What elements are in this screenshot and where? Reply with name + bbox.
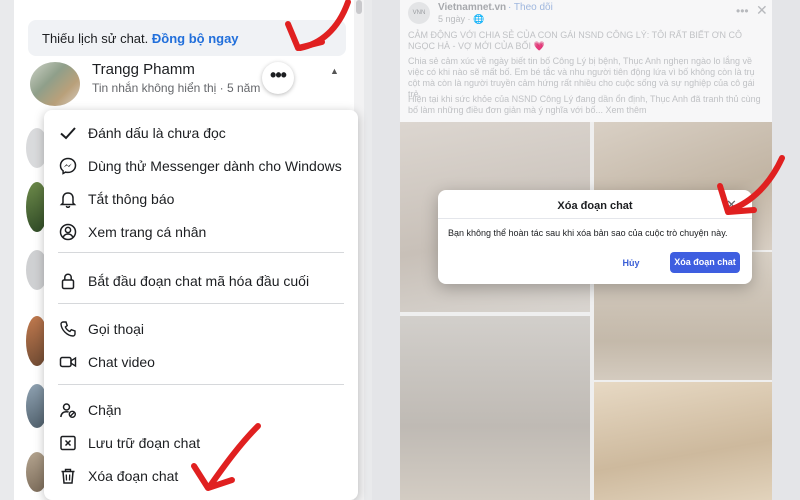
page-logo[interactable]: VNN (408, 2, 430, 24)
delete-chat-dialog: Xóa đoạn chat ✕ Bạn không thể hoàn tác s… (438, 190, 752, 284)
menu-item-voice-call[interactable]: Gọi thoại (44, 314, 358, 344)
menu-item-start-encrypted-chat[interactable]: Bắt đầu đoạn chat mã hóa đầu cuối (44, 266, 358, 296)
menu-item-label: Tắt thông báo (88, 191, 175, 207)
menu-divider (58, 303, 344, 304)
lock-icon (58, 271, 78, 291)
checkmark-icon (58, 123, 78, 143)
confirm-delete-button[interactable]: Xóa đoạn chat (670, 252, 740, 273)
menu-item-mute-notifications[interactable]: Tắt thông báo (44, 184, 358, 214)
follow-link[interactable]: · Theo dõi (508, 2, 553, 13)
trash-icon (58, 466, 78, 486)
post-headline: CẢM ĐỘNG VỚI CHIA SẺ CỦA CON GÁI NSND CÔ… (408, 30, 742, 51)
menu-item-label: Xóa đoạn chat (88, 468, 179, 484)
menu-divider (58, 384, 344, 385)
annotation-arrow-icon (285, 0, 351, 51)
phone-icon (58, 319, 78, 339)
contact-avatar[interactable] (30, 62, 80, 106)
post-photo[interactable] (400, 316, 590, 500)
menu-item-label: Gọi thoại (88, 321, 145, 337)
menu-item-label: Xem trang cá nhân (88, 224, 207, 240)
annotation-arrow-icon (191, 423, 261, 491)
menu-item-label: Đánh dấu là chưa đọc (88, 125, 226, 141)
menu-item-label: Bắt đầu đoạn chat mã hóa đầu cuối (88, 273, 310, 289)
more-options-button[interactable]: ••• (262, 62, 294, 94)
dialog-message: Bạn không thể hoàn tác sau khi xóa bản s… (448, 228, 728, 238)
menu-item-video-chat[interactable]: Chat video (44, 347, 358, 377)
contact-last-message: Tin nhắn không hiển thị · 5 năm (92, 81, 261, 95)
profile-icon (58, 222, 78, 242)
bell-icon (58, 189, 78, 209)
messenger-chat-panel: Thiếu lịch sử chat. Đồng bộ ngay Trangg … (0, 0, 372, 500)
sync-banner-text: Thiếu lịch sử chat. (42, 31, 149, 46)
menu-item-label: Dùng thử Messenger dành cho Windows (88, 158, 342, 174)
post-paragraph: Hiện tại khi sức khỏe của NSND Công Lý đ… (408, 94, 761, 115)
scroll-up-arrow-icon[interactable]: ▲ (330, 66, 339, 76)
cancel-button[interactable]: Hủy (610, 253, 652, 273)
archive-icon (58, 433, 78, 453)
page-name[interactable]: Vietnamnet.vn (438, 2, 506, 13)
menu-item-view-profile[interactable]: Xem trang cá nhân (44, 217, 358, 247)
video-icon (58, 352, 78, 372)
dialog-title: Xóa đoạn chat (557, 200, 633, 212)
menu-item-try-messenger-windows[interactable]: Dùng thử Messenger dành cho Windows (44, 151, 358, 181)
menu-divider (58, 252, 344, 253)
post-close-icon[interactable]: ✕ (756, 2, 768, 19)
messenger-icon (58, 156, 78, 176)
contact-name[interactable]: Trangg Phamm (92, 61, 195, 78)
menu-item-mark-unread[interactable]: Đánh dấu là chưa đọc (44, 118, 358, 148)
sync-now-link[interactable]: Đồng bộ ngay (152, 31, 239, 46)
annotation-arrow-icon (717, 155, 785, 215)
dialog-divider (438, 218, 752, 219)
post-timestamp[interactable]: 5 ngày · 🌐 (438, 14, 484, 25)
block-user-icon (58, 400, 78, 420)
post-more-icon[interactable]: ••• (736, 4, 749, 18)
post-photo[interactable] (594, 382, 772, 500)
menu-item-label: Chặn (88, 402, 122, 418)
menu-item-label: Chat video (88, 354, 155, 370)
